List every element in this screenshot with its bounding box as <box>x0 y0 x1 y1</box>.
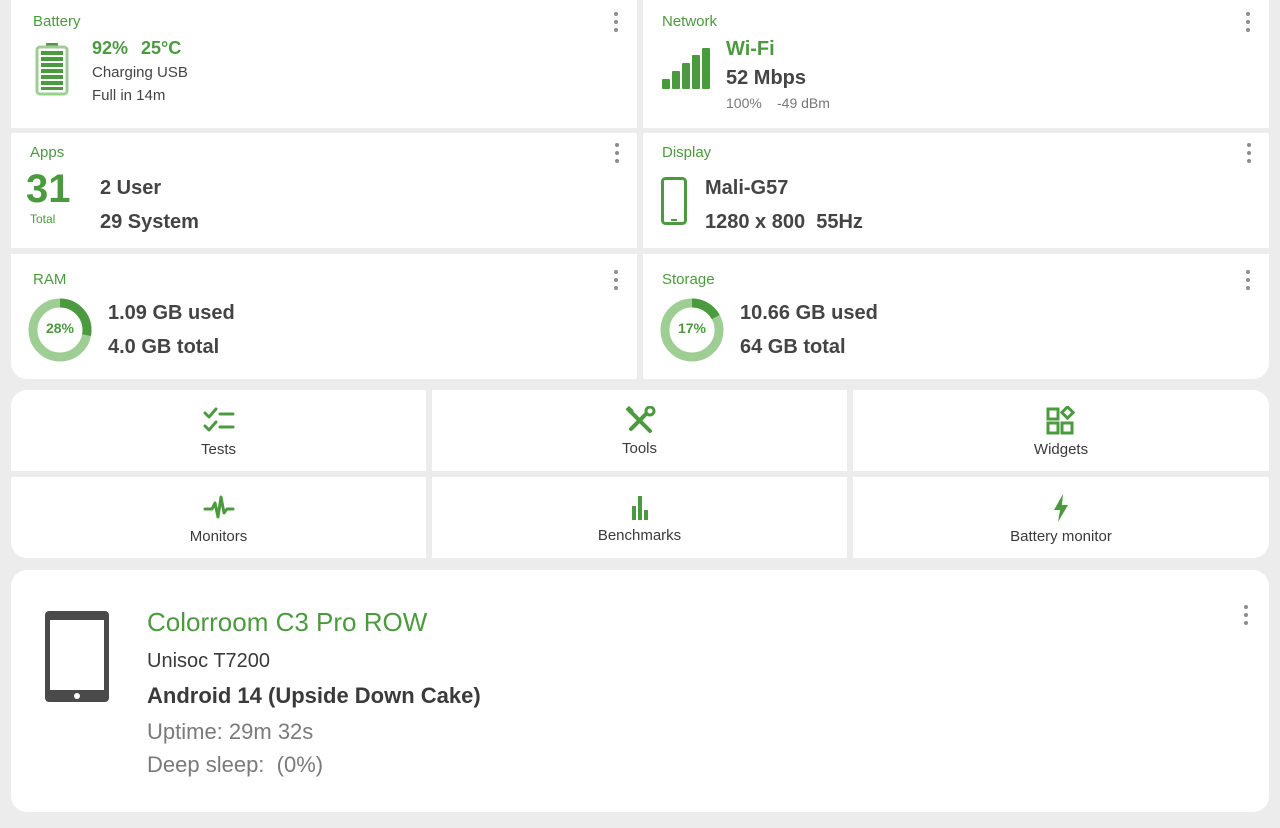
storage-card[interactable]: Storage 17% 10.66 GB used 64 GB total <box>643 254 1269 379</box>
display-gpu: Mali-G57 <box>705 177 789 199</box>
display-card[interactable]: Display Mali-G57 1280 x 800 55Hz <box>643 133 1269 248</box>
ram-used: 1.09 GB used <box>108 302 235 324</box>
benchmarks-tile-label: Benchmarks <box>597 527 682 544</box>
tests-tile[interactable]: Tests <box>11 390 426 471</box>
network-type: Wi-Fi <box>726 38 775 60</box>
network-speed: 52 Mbps <box>726 67 807 89</box>
widgets-tile[interactable]: Widgets <box>853 390 1269 471</box>
network-card-title: Network <box>662 13 718 30</box>
battery-level: 92% <box>92 38 129 58</box>
storage-percent-label: 17% <box>677 320 707 336</box>
device-soc: Unisoc T7200 <box>147 650 271 672</box>
widgets-icon <box>1046 406 1076 435</box>
bolt-icon <box>1054 494 1068 522</box>
tools-tile[interactable]: Tools <box>432 390 847 471</box>
tools-tile-label: Tools <box>621 440 658 457</box>
storage-used: 10.66 GB used <box>740 302 878 324</box>
battery-card-title: Battery <box>33 13 81 30</box>
apps-system-count: 29 System <box>100 211 199 233</box>
display-resolution: 1280 x 800 55Hz <box>705 211 863 233</box>
battery-eta: Full in 14m <box>92 87 166 104</box>
battery-status: Charging USB <box>92 64 188 81</box>
apps-user-count: 2 User <box>100 177 162 199</box>
apps-more-icon[interactable] <box>614 143 620 163</box>
battery-icon <box>35 43 69 96</box>
device-android-version: Android 14 (Upside Down Cake) <box>147 683 481 708</box>
ram-total: 4.0 GB total <box>108 336 220 358</box>
checklist-icon <box>203 407 234 432</box>
ram-more-icon[interactable] <box>613 270 619 290</box>
storage-total: 64 GB total <box>740 336 846 358</box>
device-card[interactable]: Colorroom C3 Pro ROW Unisoc T7200 Androi… <box>11 570 1269 812</box>
apps-card[interactable]: Apps 31 Total 2 User 29 System <box>11 133 637 248</box>
monitors-tile[interactable]: Monitors <box>11 477 426 558</box>
device-name: Colorroom C3 Pro ROW <box>147 607 428 637</box>
tests-tile-label: Tests <box>200 441 236 458</box>
device-more-icon[interactable] <box>1243 605 1249 625</box>
battery-card[interactable]: Battery 92% 25°C Charging USB Full in 14… <box>11 0 637 128</box>
widgets-tile-label: Widgets <box>1033 441 1089 458</box>
network-card[interactable]: Network Wi-Fi 52 Mbps 100% -49 dBm <box>643 0 1269 128</box>
battery-monitor-tile[interactable]: Battery monitor <box>853 477 1269 558</box>
phone-icon <box>661 177 687 225</box>
network-signal-percent: 100% <box>726 95 762 111</box>
tools-icon <box>625 406 655 433</box>
network-dbm: -49 dBm <box>777 95 830 111</box>
monitors-tile-label: Monitors <box>189 528 248 545</box>
display-more-icon[interactable] <box>1246 143 1252 163</box>
benchmarks-tile[interactable]: Benchmarks <box>432 477 847 558</box>
ram-percent-label: 28% <box>45 320 75 336</box>
apps-total-count: 31 <box>26 167 71 211</box>
battery-temperature: 25°C <box>141 38 182 58</box>
network-more-icon[interactable] <box>1245 12 1251 32</box>
device-deep-sleep: Deep sleep: (0%) <box>147 752 324 777</box>
display-card-title: Display <box>662 144 712 161</box>
bar-chart-icon <box>631 496 648 520</box>
apps-total-label: Total <box>30 212 56 226</box>
tablet-icon <box>45 611 109 702</box>
apps-card-title: Apps <box>30 144 65 161</box>
ram-card-title: RAM <box>33 271 67 288</box>
wifi-signal-icon <box>662 48 710 89</box>
ram-card[interactable]: RAM 28% 1.09 GB used 4.0 GB total <box>11 254 637 379</box>
battery-monitor-tile-label: Battery monitor <box>1010 528 1112 545</box>
storage-card-title: Storage <box>662 271 715 288</box>
storage-more-icon[interactable] <box>1245 270 1251 290</box>
device-uptime: Uptime: 29m 32s <box>147 719 314 744</box>
pulse-icon <box>203 495 234 519</box>
battery-more-icon[interactable] <box>613 12 619 32</box>
